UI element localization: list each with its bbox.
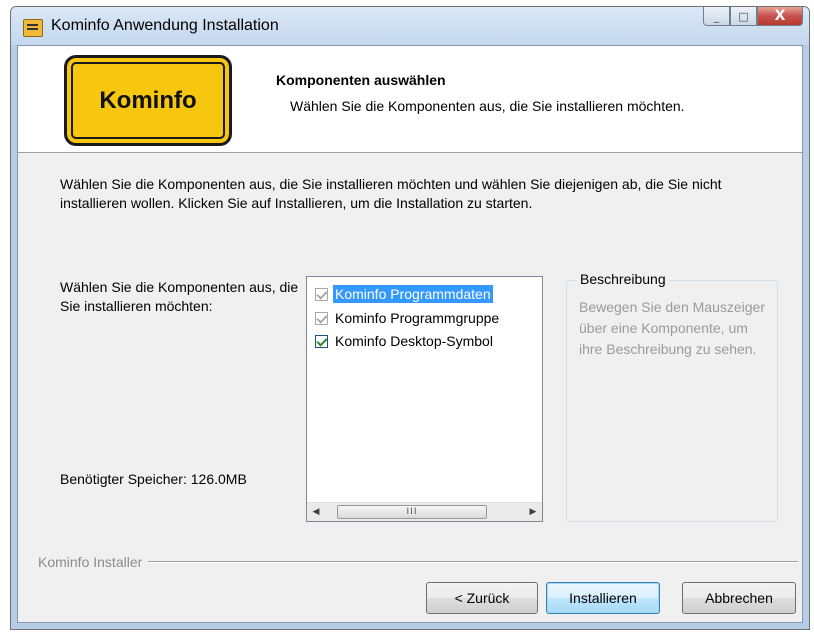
space-required-label: Benötigter Speicher: 126.0MB xyxy=(60,471,247,487)
cancel-button[interactable]: Abbrechen xyxy=(682,582,796,614)
kominfo-logo: Kominfo xyxy=(64,55,232,146)
window-title: Kominfo Anwendung Installation xyxy=(51,17,279,34)
installer-window: Kominfo Anwendung Installation _ □ X Kom… xyxy=(10,6,810,630)
component-item-programmgruppe[interactable]: Kominfo Programmgruppe xyxy=(315,307,501,329)
description-group: Beschreibung Bewegen Sie den Mauszeiger … xyxy=(566,271,778,522)
window-controls: _ □ X xyxy=(703,7,803,27)
minimize-button[interactable]: _ xyxy=(703,7,730,26)
app-icon xyxy=(23,19,43,37)
back-button[interactable]: < Zurück xyxy=(426,582,538,614)
separator-line xyxy=(148,561,798,563)
component-item-programmdaten[interactable]: Kominfo Programmdaten xyxy=(315,283,493,305)
maximize-icon: □ xyxy=(738,9,749,23)
close-button[interactable]: X xyxy=(757,7,803,26)
logo-text: Kominfo xyxy=(99,86,197,114)
component-label: Kominfo Desktop-Symbol xyxy=(335,333,493,349)
installer-branding: Kominfo Installer xyxy=(38,554,143,570)
scroll-right-icon[interactable]: ▶ xyxy=(524,503,542,521)
checkbox-disabled-checked xyxy=(315,287,328,301)
page-title: Komponenten auswählen xyxy=(276,72,446,88)
component-label: Kominfo Programmdaten xyxy=(333,285,493,303)
checkbox-disabled-checked xyxy=(315,311,328,325)
component-label: Kominfo Programmgruppe xyxy=(335,310,500,326)
checkbox-checked[interactable] xyxy=(315,334,328,348)
description-legend: Beschreibung xyxy=(577,271,669,287)
install-button[interactable]: Installieren xyxy=(546,582,660,614)
components-tree[interactable]: Kominfo Programmdaten Kominfo Programmgr… xyxy=(306,276,543,522)
branding-separator: Kominfo Installer xyxy=(38,554,798,570)
header-panel: Kominfo Komponenten auswählen Wählen Sie… xyxy=(18,46,802,153)
minimize-icon: _ xyxy=(713,9,720,23)
page-subtitle: Wählen Sie die Komponenten aus, die Sie … xyxy=(290,98,685,114)
component-item-desktop-symbol[interactable]: Kominfo Desktop-Symbol xyxy=(315,330,495,352)
maximize-button[interactable]: □ xyxy=(730,7,757,26)
components-label: Wählen Sie die Komponenten aus, die Sie … xyxy=(60,279,299,314)
close-icon: X xyxy=(774,8,786,24)
scroll-thumb[interactable]: III xyxy=(337,505,487,519)
dialog-body: Kominfo Komponenten auswählen Wählen Sie… xyxy=(17,45,803,623)
intro-text: Wählen Sie die Komponenten aus, die Sie … xyxy=(60,176,722,211)
title-bar[interactable]: Kominfo Anwendung Installation _ □ X xyxy=(11,7,809,45)
description-text: Bewegen Sie den Mauszeiger über eine Kom… xyxy=(579,299,766,357)
horizontal-scrollbar[interactable]: ◀ III ▶ xyxy=(307,502,542,521)
scroll-left-icon[interactable]: ◀ xyxy=(307,503,325,521)
